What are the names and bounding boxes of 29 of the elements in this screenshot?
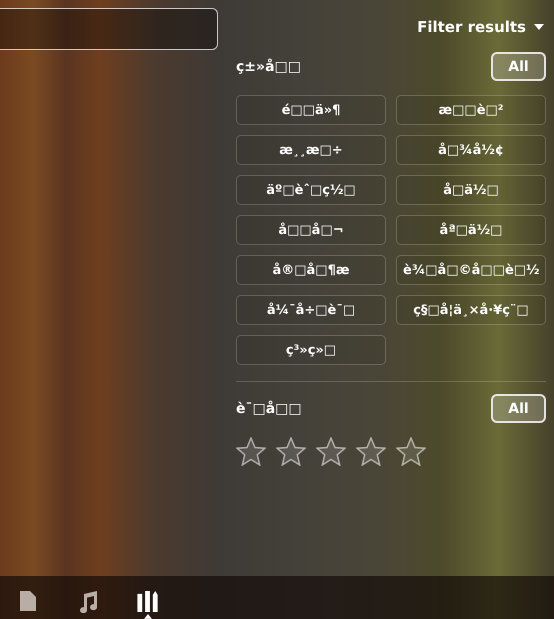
rating-title: è¯□å□□ <box>236 400 302 416</box>
category-option[interactable]: æ□□è□² <box>396 95 546 125</box>
category-option[interactable]: é□□ä»¶ <box>236 95 386 125</box>
category-option[interactable]: å□□å□¬ <box>236 215 386 245</box>
star-icon[interactable] <box>396 437 426 466</box>
category-option[interactable]: å¼¯å÷□è¯□ <box>236 295 386 325</box>
star-icon[interactable] <box>316 437 346 466</box>
selection-pointer-icon <box>144 614 152 619</box>
category-title: ç±»å□□ <box>236 58 301 74</box>
all-button[interactable]: All <box>491 52 546 81</box>
star-icon[interactable] <box>236 437 266 466</box>
applications-icon <box>137 591 159 612</box>
star-icon[interactable] <box>276 437 306 466</box>
music-note-icon <box>78 591 98 613</box>
category-option[interactable]: ç³»ç»□ <box>236 335 386 365</box>
category-option[interactable]: äº□èˆ□ç½□ <box>236 175 386 205</box>
star-icon[interactable] <box>356 437 386 466</box>
category-option[interactable]: å®□å□¶æ <box>236 255 386 285</box>
category-option[interactable]: ç§□å¦ä¸×å·¥ç¨□ <box>396 295 546 325</box>
category-option[interactable]: å□ä½□ <box>396 175 546 205</box>
caret-icon <box>534 24 544 30</box>
category-option[interactable]: æ¸¸æ□÷ <box>236 135 386 165</box>
filter-results-toggle[interactable]: Filter results <box>415 14 546 40</box>
search-field[interactable] <box>0 8 218 50</box>
category-option[interactable]: åª□ä½□ <box>396 215 546 245</box>
category-option[interactable]: å□¾å½¢ <box>396 135 546 165</box>
all-button[interactable]: All <box>491 394 546 423</box>
document-icon <box>20 591 36 611</box>
category-option[interactable]: è¾□å□©å□□è□½ <box>396 255 546 285</box>
